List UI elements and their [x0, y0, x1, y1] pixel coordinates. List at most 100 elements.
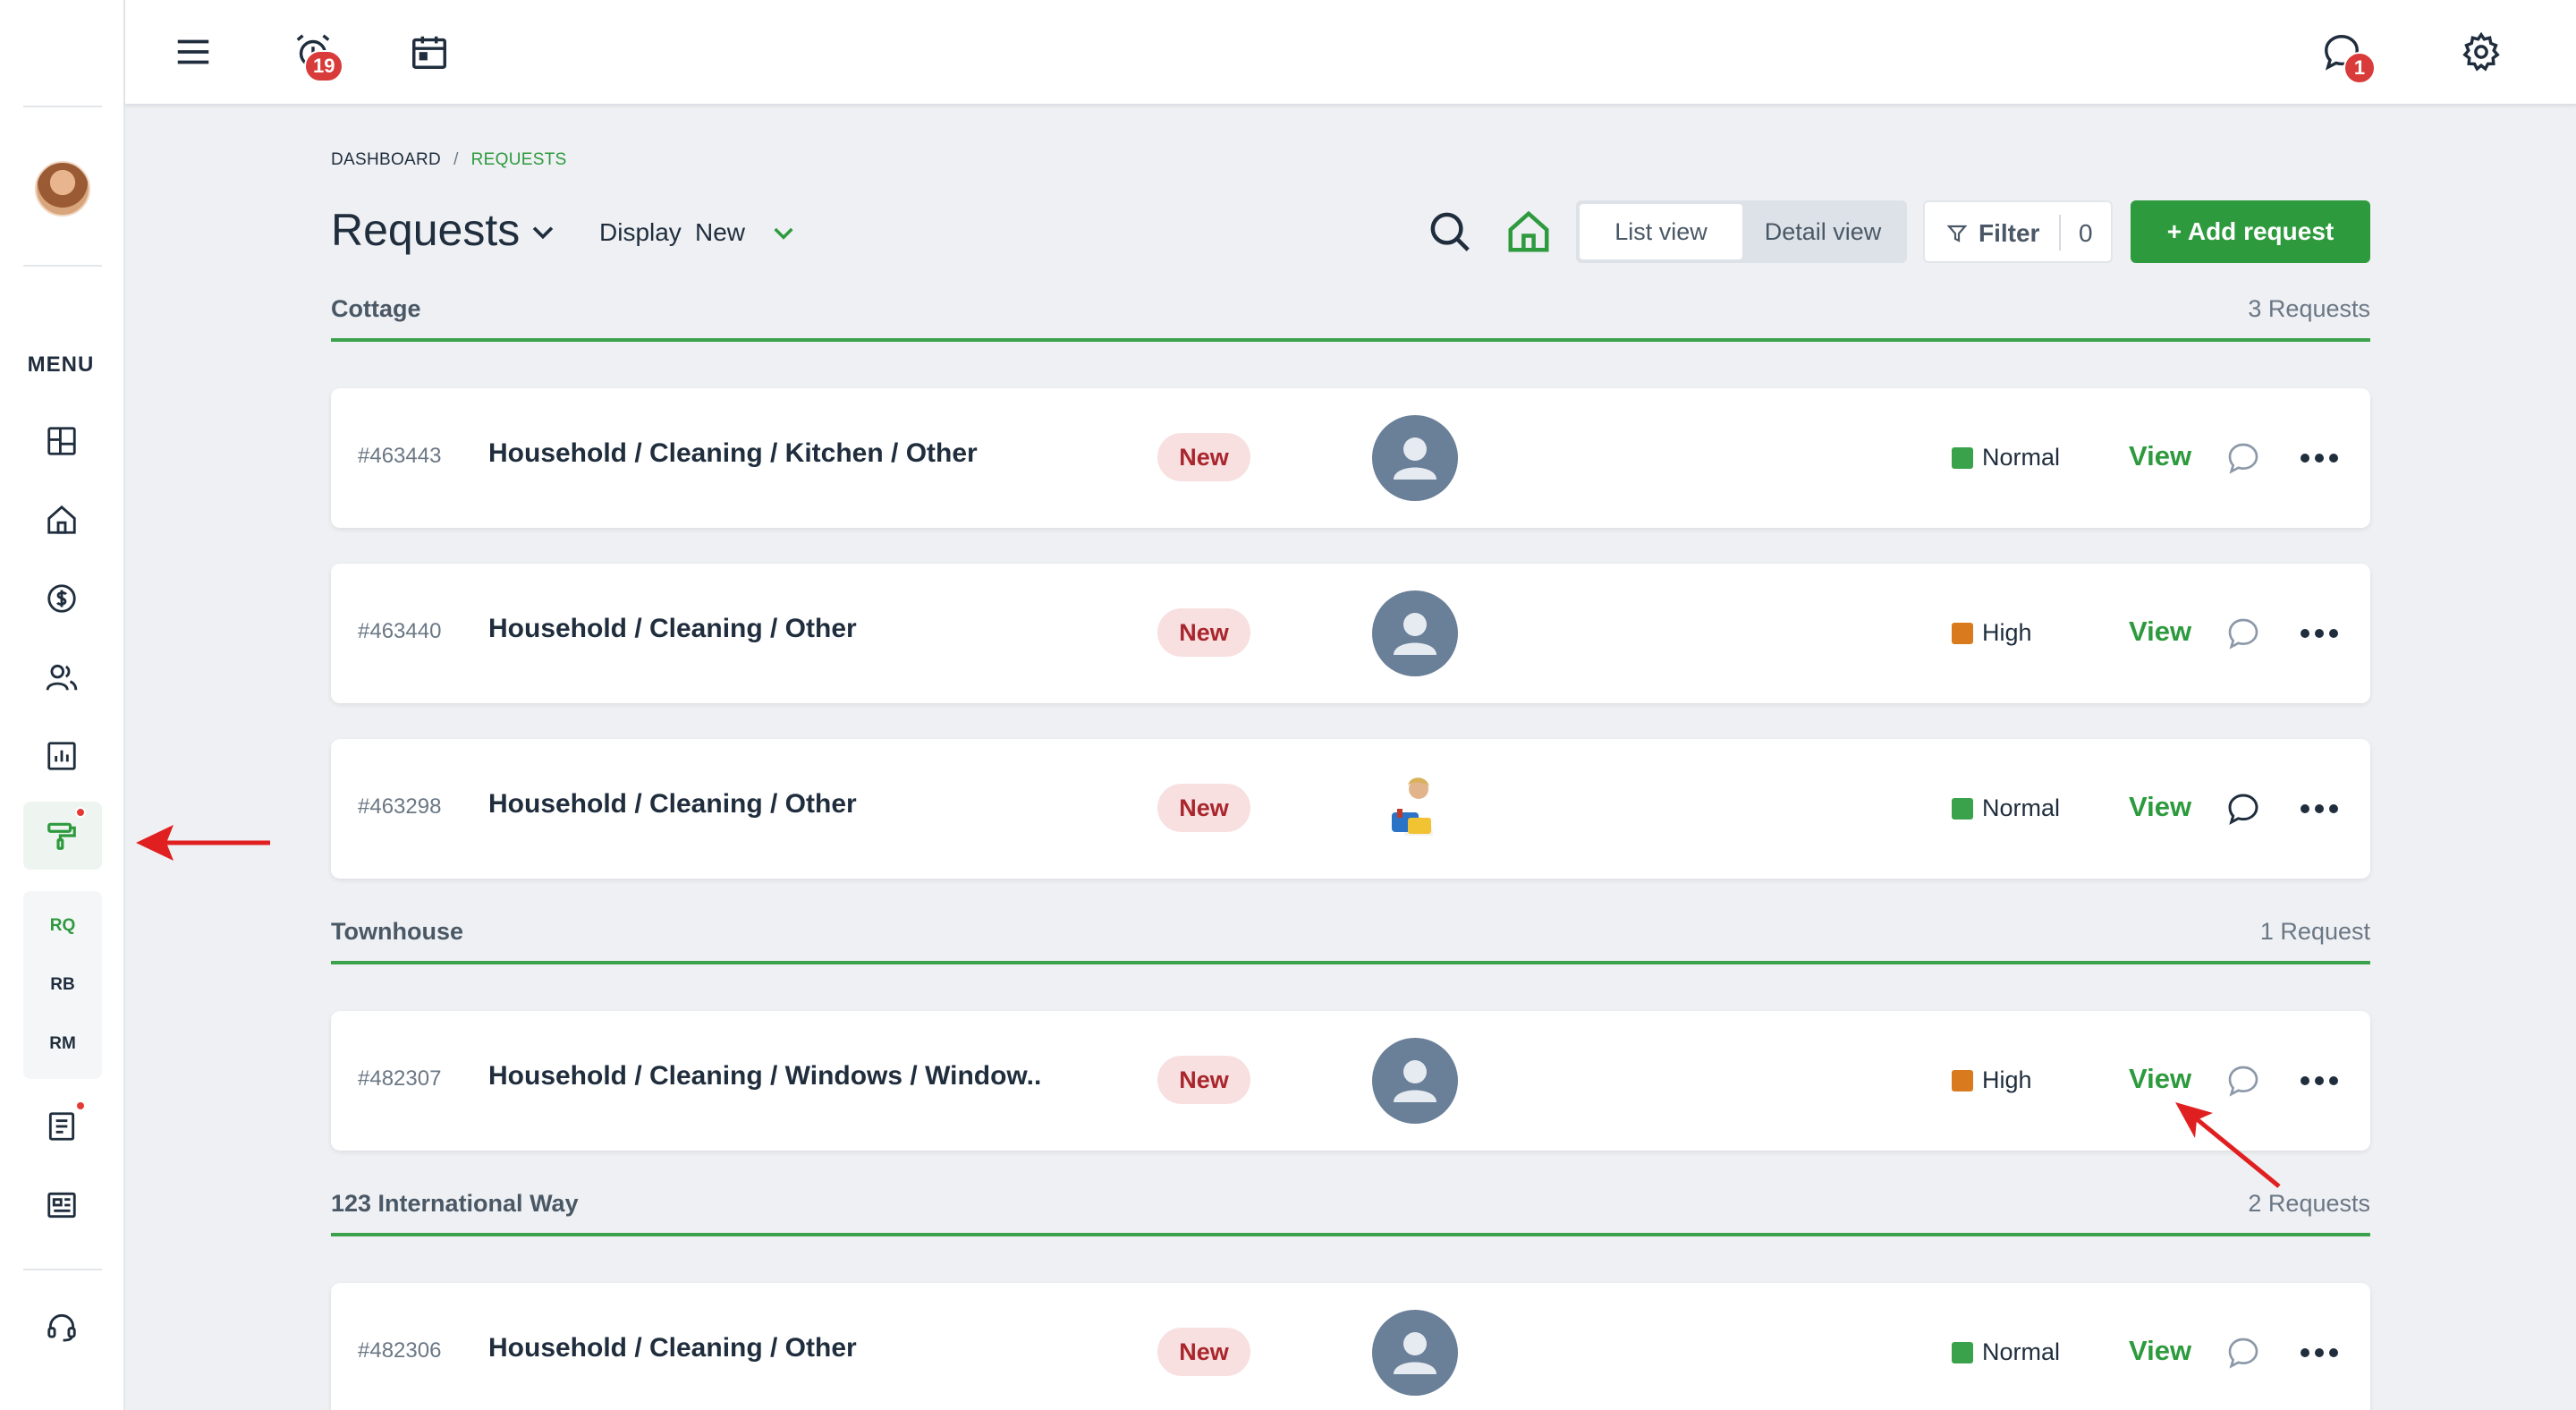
- comment-icon[interactable]: [2225, 1335, 2261, 1371]
- display-value[interactable]: New: [695, 218, 745, 247]
- finance-icon[interactable]: [36, 573, 88, 624]
- request-title[interactable]: Household / Cleaning / Other: [488, 789, 1043, 820]
- sub-item-rm[interactable]: RM: [23, 1034, 102, 1054]
- assignee-placeholder-avatar: [1372, 415, 1458, 501]
- sidebar-divider: [23, 106, 102, 107]
- breadcrumb-current: REQUESTS: [470, 150, 567, 169]
- priority-label: High: [1982, 619, 2032, 646]
- user-avatar[interactable]: [35, 161, 90, 217]
- chat-badge: 1: [2343, 52, 2376, 84]
- status-badge: New: [1157, 784, 1250, 832]
- comment-icon[interactable]: [2225, 440, 2261, 476]
- reports-icon[interactable]: [36, 730, 88, 782]
- menu-label: MENU: [27, 352, 95, 377]
- more-options-icon[interactable]: [2295, 440, 2343, 476]
- more-options-icon[interactable]: [2295, 1063, 2343, 1099]
- filter-button[interactable]: Filter 0: [1923, 200, 2113, 263]
- assignee-placeholder-avatar: [1372, 590, 1458, 676]
- view-link[interactable]: View: [2129, 616, 2191, 648]
- hamburger-menu-icon[interactable]: [166, 25, 220, 79]
- sub-item-rb[interactable]: RB: [23, 975, 102, 995]
- display-label: Display: [599, 218, 682, 246]
- add-request-button[interactable]: + Add request: [2131, 200, 2370, 263]
- more-options-icon[interactable]: [2295, 616, 2343, 651]
- comment-icon[interactable]: [2225, 791, 2261, 827]
- priority-normal-icon: [1952, 1342, 1973, 1363]
- view-link[interactable]: View: [2129, 440, 2191, 472]
- more-options-icon[interactable]: [2295, 791, 2343, 827]
- users-icon[interactable]: [36, 651, 88, 703]
- filter-funnel-icon: [1946, 225, 1968, 242]
- detail-view-button[interactable]: Detail view: [1742, 204, 1903, 259]
- status-badge: New: [1157, 608, 1250, 657]
- annotation-arrow-icon: [136, 825, 270, 861]
- breadcrumb: DASHBOARD / REQUESTS: [331, 150, 567, 170]
- home-icon[interactable]: [36, 494, 88, 546]
- calendar-icon[interactable]: [402, 25, 456, 79]
- comment-icon[interactable]: [2225, 616, 2261, 651]
- sidebar-divider: [23, 1269, 102, 1270]
- request-card[interactable]: #482307 Household / Cleaning / Windows /…: [331, 1011, 2370, 1151]
- view-link[interactable]: View: [2129, 1063, 2191, 1095]
- group-count: 1 Request: [2259, 918, 2370, 945]
- priority-label: Normal: [1982, 1338, 2061, 1365]
- search-icon[interactable]: [1426, 208, 1474, 256]
- group-header: 123 International Way 2 Requests: [331, 1190, 2370, 1222]
- request-id: #463298: [358, 794, 442, 819]
- chevron-down-icon[interactable]: [769, 218, 798, 247]
- assignee-placeholder-avatar: [1372, 1310, 1458, 1396]
- more-options-icon[interactable]: [2295, 1335, 2343, 1371]
- request-card[interactable]: #482306 Household / Cleaning / Other New…: [331, 1283, 2370, 1410]
- priority-normal-icon: [1952, 447, 1973, 469]
- group-header: Cottage 3 Requests: [331, 295, 2370, 327]
- request-id: #463443: [358, 444, 442, 468]
- list-view-button[interactable]: List view: [1580, 204, 1742, 259]
- filter-label: Filter: [1979, 219, 2040, 247]
- request-title[interactable]: Household / Cleaning / Other: [488, 1333, 1043, 1363]
- group-count: 3 Requests: [2248, 295, 2370, 322]
- view-toggle: List view Detail view: [1576, 200, 1907, 263]
- request-title[interactable]: Household / Cleaning / Windows / Window.…: [488, 1061, 1043, 1091]
- view-link[interactable]: View: [2129, 1335, 2191, 1367]
- dashboard-icon[interactable]: [36, 415, 88, 467]
- request-id: #482306: [358, 1338, 442, 1363]
- settings-gear-icon[interactable]: [2454, 25, 2508, 79]
- view-link[interactable]: View: [2129, 791, 2191, 823]
- status-badge: New: [1157, 1328, 1250, 1376]
- group-divider: [331, 338, 2370, 342]
- priority-normal-icon: [1952, 798, 1973, 820]
- comment-icon[interactable]: [2225, 1063, 2261, 1099]
- filter-count: 0: [2079, 219, 2093, 247]
- sidebar: MENU RQ RB RM: [0, 0, 125, 1410]
- request-title[interactable]: Household / Cleaning / Other: [488, 614, 1043, 644]
- page-title[interactable]: Requests: [331, 204, 520, 256]
- group-count: 2 Requests: [2248, 1190, 2370, 1217]
- notification-dot: [75, 807, 86, 818]
- group-name: Cottage: [331, 295, 421, 322]
- notification-dot: [75, 1100, 86, 1111]
- alarm-badge: 19: [304, 50, 344, 82]
- sidebar-divider: [23, 265, 102, 267]
- priority-label: Normal: [1982, 444, 2061, 471]
- breadcrumb-dashboard[interactable]: DASHBOARD: [331, 150, 441, 169]
- request-card[interactable]: #463298 Household / Cleaning / Other New…: [331, 739, 2370, 879]
- group-divider: [331, 1233, 2370, 1236]
- request-title[interactable]: Household / Cleaning / Kitchen / Other: [488, 438, 1043, 469]
- request-card[interactable]: #463440 Household / Cleaning / Other New…: [331, 564, 2370, 703]
- news-icon[interactable]: [36, 1179, 88, 1231]
- chevron-down-icon[interactable]: [528, 217, 558, 247]
- request-card[interactable]: #463443 Household / Cleaning / Kitchen /…: [331, 388, 2370, 528]
- sub-item-rq[interactable]: RQ: [23, 916, 102, 936]
- priority-label: High: [1982, 1066, 2032, 1093]
- top-bar: 19 1: [125, 0, 2576, 106]
- group-name: Townhouse: [331, 918, 463, 945]
- request-id: #463440: [358, 619, 442, 643]
- priority-high-icon: [1952, 1070, 1973, 1091]
- filter-divider: [2059, 215, 2061, 251]
- assignee-photo-avatar: [1372, 766, 1458, 852]
- home-icon[interactable]: [1504, 208, 1553, 256]
- support-headset-icon[interactable]: [36, 1301, 88, 1353]
- status-badge: New: [1157, 1056, 1250, 1104]
- request-id: #482307: [358, 1066, 442, 1091]
- group-name: 123 International Way: [331, 1190, 579, 1217]
